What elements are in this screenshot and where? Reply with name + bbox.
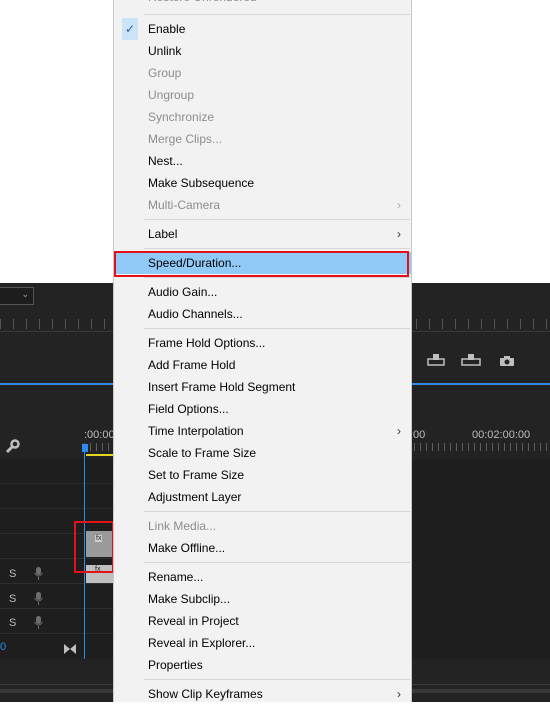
menu-separator xyxy=(144,219,410,220)
menu-item-field-options[interactable]: Field Options... xyxy=(114,398,411,420)
export-frame-icon[interactable] xyxy=(499,354,515,366)
menu-item-label[interactable]: Label › xyxy=(114,223,411,245)
lift-icon[interactable] xyxy=(427,353,445,366)
mic-icon[interactable] xyxy=(34,616,43,630)
submenu-arrow-icon: › xyxy=(397,424,401,438)
ruler-timecode: :00 xyxy=(410,429,426,441)
mic-icon[interactable] xyxy=(34,567,43,581)
track-row xyxy=(0,583,113,584)
chevron-down-icon: ⌄ xyxy=(21,289,29,299)
menu-item-nest[interactable]: Nest... xyxy=(114,150,411,172)
menu-item-properties[interactable]: Properties xyxy=(114,654,411,676)
menu-separator xyxy=(144,562,410,563)
menu-item-rename[interactable]: Rename... xyxy=(114,566,411,588)
solo-toggle[interactable]: S xyxy=(9,568,16,580)
menu-item-audio-channels[interactable]: Audio Channels... xyxy=(114,303,411,325)
submenu-arrow-icon: › xyxy=(397,227,401,241)
menu-item-multi-camera[interactable]: Multi-Camera › xyxy=(114,194,411,216)
menu-item-enable[interactable]: ✓ Enable xyxy=(114,18,411,40)
ruler-timecode: 00:02:00:00 xyxy=(472,429,531,441)
menu-item-time-interpolation[interactable]: Time Interpolation › xyxy=(114,420,411,442)
track-row xyxy=(0,608,113,609)
wrench-icon[interactable] xyxy=(4,439,20,455)
mic-icon[interactable] xyxy=(34,592,43,606)
playhead-marker[interactable] xyxy=(82,444,88,452)
solo-toggle[interactable]: S xyxy=(9,593,16,605)
menu-item-make-offline[interactable]: Make Offline... xyxy=(114,537,411,559)
ruler-timecode: :00:00 xyxy=(84,429,115,441)
menu-item-adjustment-layer[interactable]: Adjustment Layer xyxy=(114,486,411,508)
track-row xyxy=(0,508,113,509)
menu-item-restore-unrendered[interactable]: Restore Unrendered xyxy=(114,0,411,8)
menu-separator xyxy=(144,277,410,278)
menu-item-insert-frame-hold-segment[interactable]: Insert Frame Hold Segment xyxy=(114,376,411,398)
solo-toggle[interactable]: S xyxy=(9,617,16,629)
menu-item-reveal-in-project[interactable]: Reveal in Project xyxy=(114,610,411,632)
menu-separator xyxy=(144,679,410,680)
menu-item-unlink[interactable]: Unlink xyxy=(114,40,411,62)
track-value: 0 xyxy=(0,641,7,653)
menu-separator xyxy=(144,14,410,15)
menu-item-make-subclip[interactable]: Make Subclip... xyxy=(114,588,411,610)
clip-selection-highlight xyxy=(74,521,114,573)
menu-item-ungroup[interactable]: Ungroup xyxy=(114,84,411,106)
work-area-bar[interactable] xyxy=(86,454,116,456)
menu-item-link-media[interactable]: Link Media... xyxy=(114,515,411,537)
menu-item-group[interactable]: Group xyxy=(114,62,411,84)
menu-item-set-to-frame-size[interactable]: Set to Frame Size xyxy=(114,464,411,486)
panel-dropdown[interactable]: ⌄ xyxy=(0,287,34,305)
menu-item-frame-hold-options[interactable]: Frame Hold Options... xyxy=(114,332,411,354)
menu-item-focus-box xyxy=(114,251,409,277)
menu-separator xyxy=(144,511,410,512)
menu-separator xyxy=(144,328,410,329)
menu-item-audio-gain[interactable]: Audio Gain... xyxy=(114,281,411,303)
context-menu: Restore Unrendered ✓ Enable Unlink Group… xyxy=(113,0,412,702)
menu-item-merge-clips[interactable]: Merge Clips... xyxy=(114,128,411,150)
submenu-arrow-icon: › xyxy=(397,198,401,212)
menu-item-make-subsequence[interactable]: Make Subsequence xyxy=(114,172,411,194)
menu-separator xyxy=(144,248,410,249)
menu-item-add-frame-hold[interactable]: Add Frame Hold xyxy=(114,354,411,376)
extract-icon[interactable] xyxy=(461,353,481,366)
menu-item-scale-to-frame-size[interactable]: Scale to Frame Size xyxy=(114,442,411,464)
track-row xyxy=(0,483,113,484)
menu-item-reveal-in-explorer[interactable]: Reveal in Explorer... xyxy=(114,632,411,654)
track-row xyxy=(0,633,113,634)
checkmark-icon: ✓ xyxy=(122,18,138,40)
menu-item-synchronize[interactable]: Synchronize xyxy=(114,106,411,128)
bowtie-icon[interactable] xyxy=(64,641,76,654)
